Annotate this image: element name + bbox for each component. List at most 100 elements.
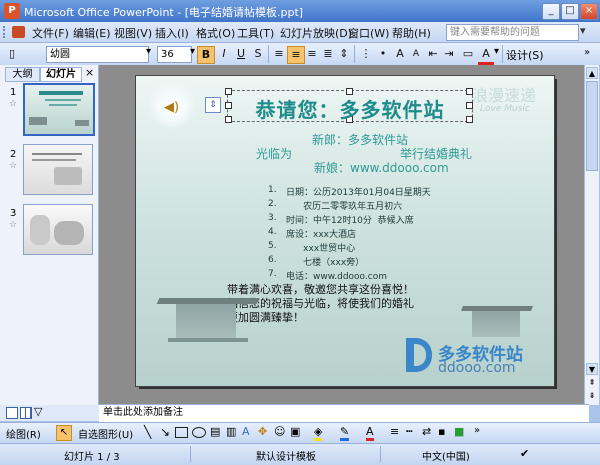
- slide-title: 恭请您：多多软件站: [255, 98, 445, 122]
- font-size-dropdown-icon[interactable]: ▾: [190, 46, 195, 57]
- increase-indent-icon[interactable]: ⇥: [441, 46, 457, 62]
- notes-pane[interactable]: 单击此处添加备注: [99, 404, 589, 422]
- slide-canvas[interactable]: ◀) ⇕ 恭请您：多多软件站 浪漫速递 Love Music 新郎：多多软件站 …: [135, 75, 555, 387]
- toolbar-separator: [354, 45, 355, 63]
- slide-number-2: 2: [10, 149, 17, 160]
- menu-file[interactable]: 文件(F): [32, 25, 69, 41]
- move-handle-icon[interactable]: ⇕: [205, 97, 221, 113]
- previous-slide-icon[interactable]: ⇞: [586, 377, 598, 389]
- sound-icon[interactable]: ◀): [164, 100, 179, 115]
- distributed-align-icon[interactable]: ≣: [320, 46, 336, 62]
- arrow-style-icon[interactable]: ⇄: [422, 425, 431, 438]
- minimize-button[interactable]: _: [542, 3, 560, 20]
- slide-thumbnail-2[interactable]: [23, 144, 93, 195]
- tab-slides[interactable]: 幻灯片: [40, 67, 82, 82]
- select-objects-icon[interactable]: ↖: [56, 425, 72, 441]
- tab-outline[interactable]: 大纲: [5, 67, 40, 82]
- maximize-button[interactable]: □: [561, 3, 579, 20]
- line-color-icon[interactable]: ✎: [340, 425, 350, 441]
- menu-slideshow[interactable]: 幻灯片放映(D): [280, 25, 352, 41]
- help-search-input[interactable]: 键入需要帮助的问题: [446, 24, 579, 41]
- menu-insert[interactable]: 插入(I): [155, 25, 189, 41]
- bulleted-list-icon[interactable]: •: [375, 46, 391, 62]
- font-name-dropdown-icon[interactable]: ▾: [146, 46, 151, 57]
- pavilion-illustration-right: [461, 298, 533, 344]
- wordart-icon[interactable]: A: [242, 425, 250, 438]
- fill-color-icon[interactable]: ◈: [314, 425, 323, 441]
- arrow-tool-icon[interactable]: ↘: [160, 425, 170, 439]
- font-color-icon[interactable]: A: [478, 46, 494, 65]
- brand-url: ddooo.com: [438, 360, 516, 376]
- bold-button[interactable]: B: [197, 46, 215, 64]
- line-style-icon[interactable]: ≡: [390, 425, 399, 438]
- vertical-scrollbar[interactable]: ▲ ▼ ⇞ ⇟: [584, 65, 599, 405]
- 3d-style-icon[interactable]: ■: [454, 425, 464, 438]
- design-button[interactable]: 设计(S): [506, 47, 544, 63]
- spelling-check-icon[interactable]: ✔: [520, 447, 529, 460]
- slide-transition-star-icon: ☆: [9, 161, 18, 171]
- scroll-down-icon[interactable]: ▼: [586, 363, 598, 375]
- line-tool-icon[interactable]: ╲: [144, 425, 151, 439]
- document-icon[interactable]: [12, 26, 25, 38]
- menu-edit[interactable]: 编辑(E): [73, 25, 111, 41]
- scroll-thumb[interactable]: [586, 81, 598, 171]
- numbered-list-icon[interactable]: ⋮: [358, 46, 374, 62]
- pane-close-icon[interactable]: ×: [85, 66, 94, 79]
- draw-menu-button[interactable]: 绘图(R): [6, 426, 41, 441]
- drawbar-options-icon[interactable]: »: [474, 425, 480, 436]
- view-buttons: ▽: [0, 405, 99, 421]
- dash-style-icon[interactable]: ┅: [406, 425, 413, 438]
- clipart-icon[interactable]: ☺: [274, 425, 285, 438]
- highlight-icon[interactable]: ▭: [460, 46, 476, 62]
- help-dropdown-icon[interactable]: ▾: [580, 24, 586, 37]
- invite-left-text: 光临为: [256, 147, 293, 161]
- rectangle-tool-icon[interactable]: [175, 427, 188, 438]
- autoshapes-menu-button[interactable]: 自选图形(U): [78, 426, 133, 441]
- brand-logo-icon: [406, 338, 432, 372]
- draw-font-color-icon[interactable]: A: [366, 425, 374, 441]
- menu-view[interactable]: 视图(V): [114, 25, 152, 41]
- oval-tool-icon[interactable]: [192, 427, 206, 438]
- slide-thumbnail-3[interactable]: [23, 204, 93, 255]
- textbox-tool-icon[interactable]: ▤: [210, 425, 220, 438]
- shadow-button[interactable]: S: [250, 46, 266, 62]
- watermark-title: 浪漫速递: [472, 86, 537, 105]
- menu-tools[interactable]: 工具(T): [237, 25, 274, 41]
- font-size-select[interactable]: 36: [157, 46, 192, 63]
- decrease-indent-icon[interactable]: ⇤: [425, 46, 441, 62]
- vertical-textbox-icon[interactable]: ▥: [226, 425, 236, 438]
- normal-view-icon[interactable]: [6, 407, 18, 419]
- align-center-icon[interactable]: ≡: [287, 46, 305, 64]
- toolbar-separator: [502, 45, 503, 63]
- font-name-select[interactable]: 幼圆: [46, 46, 149, 63]
- slide-thumbnail-1[interactable]: [23, 83, 95, 136]
- menu-grip: [3, 26, 8, 38]
- menu-window[interactable]: 窗口(W): [348, 25, 389, 41]
- diagram-icon[interactable]: ✥: [258, 425, 267, 438]
- align-right-icon[interactable]: ≡: [304, 46, 320, 62]
- slide-sorter-icon[interactable]: [20, 407, 32, 419]
- align-left-icon[interactable]: ≡: [271, 46, 287, 62]
- italic-button[interactable]: I: [216, 46, 232, 62]
- next-slide-icon[interactable]: ⇟: [586, 390, 598, 402]
- toolbar-options-icon[interactable]: »: [584, 47, 590, 58]
- font-color-dropdown-icon[interactable]: ▾: [494, 46, 499, 57]
- shadow-style-icon[interactable]: ▪: [438, 425, 445, 438]
- decrease-font-icon[interactable]: A: [408, 46, 424, 62]
- new-document-icon[interactable]: ▯: [4, 46, 20, 62]
- title-placeholder[interactable]: 恭请您：多多软件站: [225, 88, 473, 123]
- menu-help[interactable]: 帮助(H): [392, 25, 431, 41]
- pavilion-illustration-left: [156, 286, 260, 348]
- menu-format[interactable]: 格式(O): [196, 25, 235, 41]
- slideshow-icon[interactable]: ▽: [34, 405, 42, 418]
- increase-font-icon[interactable]: A: [392, 46, 408, 62]
- scroll-up-icon[interactable]: ▲: [586, 67, 598, 79]
- line-spacing-icon[interactable]: ⇕: [336, 46, 352, 62]
- slide-number-1: 1: [10, 87, 17, 98]
- drawing-toolbar: 绘图(R) ↖ 自选图形(U) ╲ ↘ ▤ ▥ A ✥ ☺ ▣ ◈ ✎ A ≡ …: [0, 422, 600, 443]
- close-button[interactable]: ×: [580, 3, 598, 20]
- powerpoint-app-icon: P: [4, 3, 20, 19]
- status-bar: 幻灯片 1 / 3 默认设计模板 中文(中国) ✔: [0, 443, 600, 465]
- picture-icon[interactable]: ▣: [290, 425, 300, 438]
- underline-button[interactable]: U: [233, 46, 249, 62]
